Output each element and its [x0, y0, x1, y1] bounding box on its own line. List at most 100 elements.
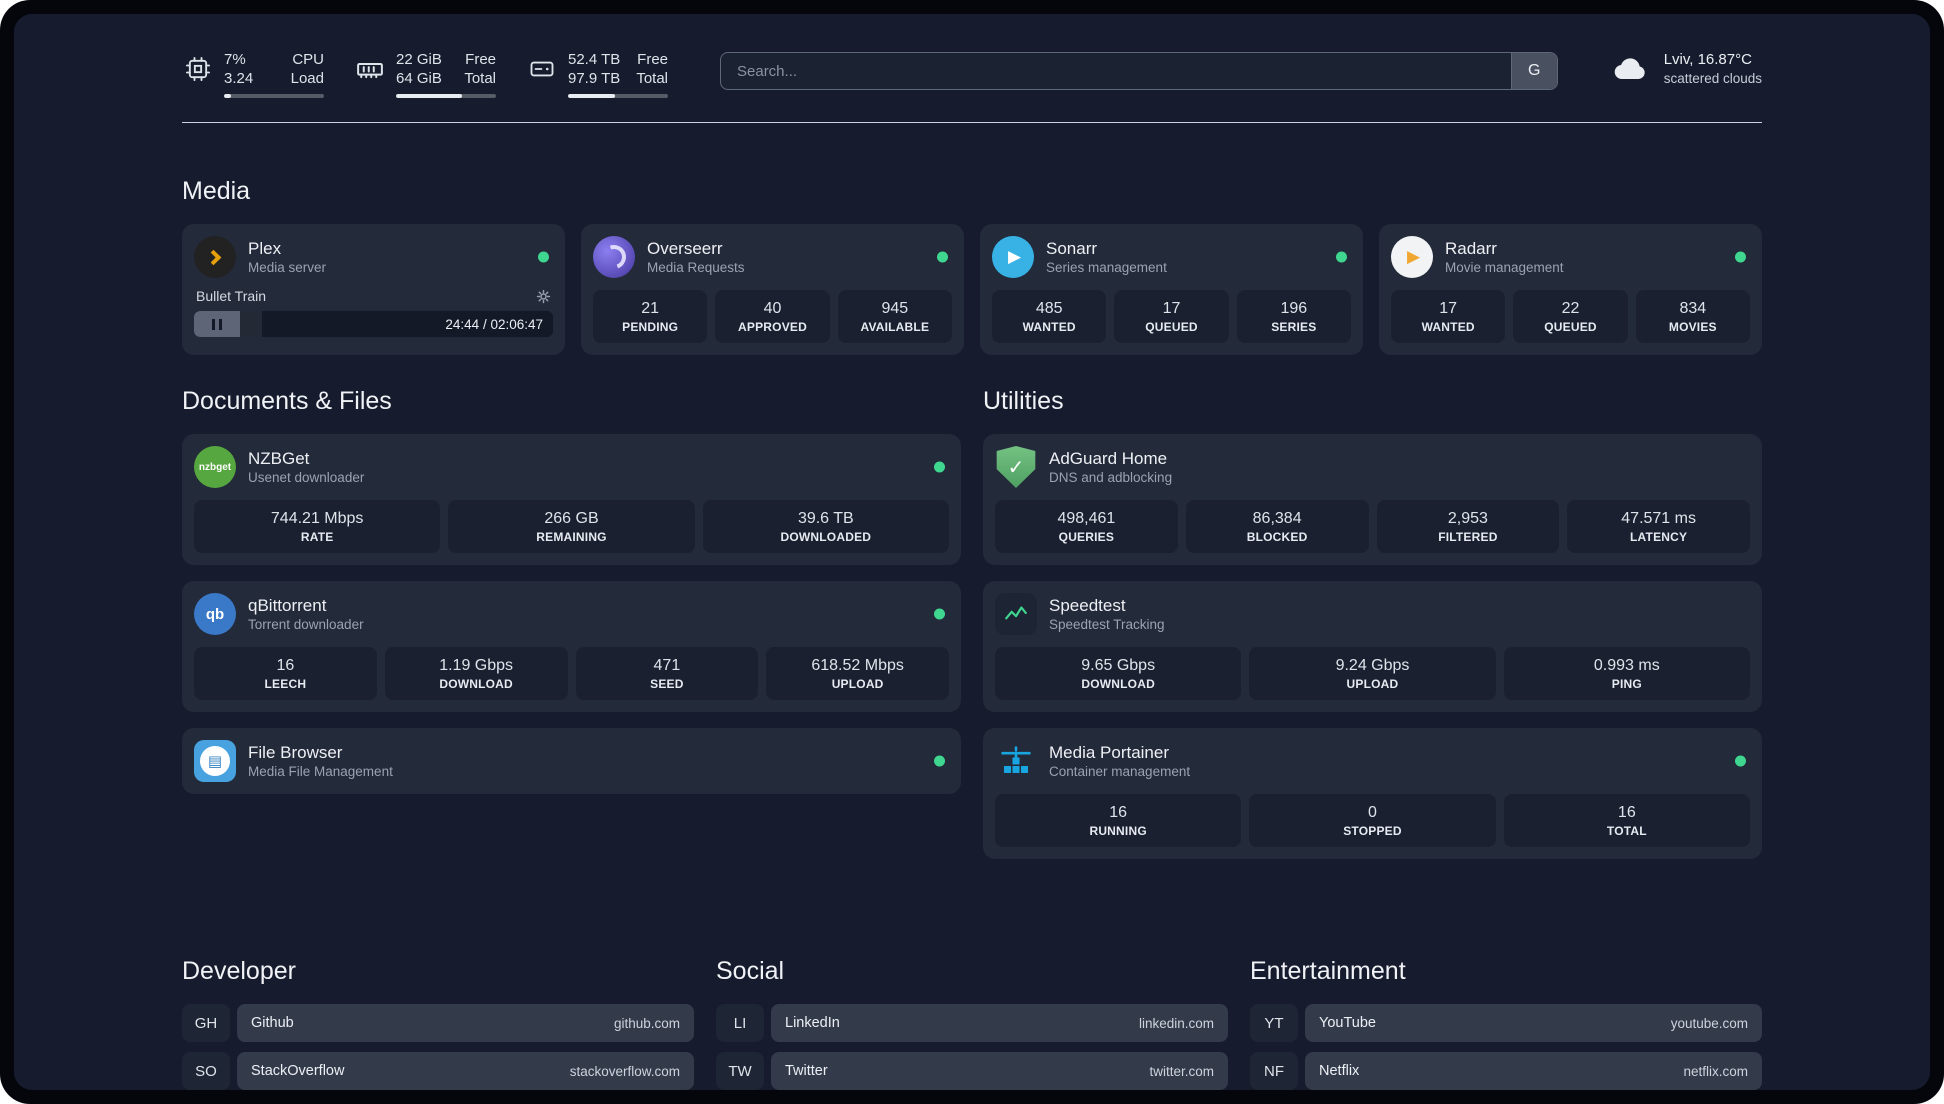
bookmark-stackoverflow[interactable]: SO StackOverflow stackoverflow.com	[182, 1052, 694, 1090]
service-card-qbittorrent[interactable]: qb qBittorrent Torrent downloader 16 LEEC…	[182, 581, 961, 712]
stat-box: 40 APPROVED	[715, 290, 830, 343]
pause-icon	[219, 318, 222, 330]
service-card-plex[interactable]: Plex Media server Bullet Train 24:44 / 0…	[182, 224, 565, 355]
bookmarks-row: Developer GH Github github.com SO StackOv…	[182, 957, 1762, 1090]
cpu-metric: 7% CPU 3.24 Load	[182, 50, 324, 98]
service-title: Speedtest	[1049, 596, 1126, 615]
stat-label: QUEUED	[1145, 320, 1198, 334]
bookmark-abbr: SO	[182, 1052, 230, 1090]
stat-label: DOWNLOAD	[439, 677, 513, 691]
service-subtitle: Speedtest Tracking	[1049, 617, 1165, 632]
bookmark-name: LinkedIn	[785, 1015, 840, 1031]
service-card-radarr[interactable]: ▶ Radarr Movie management 17 WANTED 22 QUE…	[1379, 224, 1762, 355]
service-card-speedtest[interactable]: Speedtest Speedtest Tracking 9.65 Gbps DO…	[983, 581, 1762, 712]
stat-box: 945 AVAILABLE	[837, 290, 952, 343]
stat-box: 0 STOPPED	[1249, 794, 1496, 847]
bookmark-linkedin[interactable]: LI LinkedIn linkedin.com	[716, 1004, 1228, 1042]
pause-icon	[212, 318, 215, 330]
adguard-shield-icon: ✓	[996, 446, 1036, 488]
nzbget-logo-text: nzbget	[198, 461, 232, 473]
disk-metric: 52.4 TB Free 97.9 TB Total	[526, 50, 668, 98]
bookmark-abbr: TW	[716, 1052, 764, 1090]
disk-progress-fill	[568, 94, 615, 98]
status-dot	[1735, 251, 1746, 263]
play-glyph: ▶	[1007, 247, 1022, 266]
service-card-portainer[interactable]: Media Portainer Container management 16 R…	[983, 728, 1762, 859]
bookmark-youtube[interactable]: YT YouTube youtube.com	[1250, 1004, 1762, 1042]
stat-label: DOWNLOAD	[1081, 677, 1155, 691]
service-stats: 16 RUNNING 0 STOPPED 16 TOTAL	[995, 794, 1750, 847]
service-title: Sonarr	[1046, 239, 1098, 258]
service-text: AdGuard Home DNS and adblocking	[1049, 448, 1172, 486]
cpu-progress-fill	[224, 94, 231, 98]
bookmark-domain: linkedin.com	[1138, 1015, 1214, 1031]
stat-value: 0	[1368, 804, 1377, 821]
header-divider	[182, 122, 1762, 123]
bookmark-twitter[interactable]: TW Twitter twitter.com	[716, 1052, 1228, 1090]
nzbget-icon: nzbget	[194, 446, 236, 488]
service-title: File Browser	[248, 743, 343, 762]
bookmark-name: StackOverflow	[251, 1063, 345, 1079]
service-card-nzbget[interactable]: nzbget NZBGet Usenet downloader 744.21 M…	[182, 434, 961, 565]
service-header: Overseerr Media Requests	[593, 236, 952, 278]
bookmark-domain: github.com	[613, 1015, 680, 1031]
cpu-icon	[182, 53, 214, 85]
stat-value: 834	[1679, 300, 1707, 317]
service-text: NZBGet Usenet downloader	[248, 448, 364, 486]
stat-value: 22	[1561, 300, 1580, 317]
section-title-media: Media	[182, 177, 251, 205]
disk-free-value: 52.4 TB	[568, 51, 621, 68]
bookmark-netflix[interactable]: NF Netflix netflix.com	[1250, 1052, 1762, 1090]
bookmark-name: Netflix	[1319, 1063, 1360, 1079]
stat-value: 618.52 Mbps	[811, 657, 904, 674]
memory-progress-bar	[396, 94, 496, 98]
search-input[interactable]	[721, 53, 1511, 89]
service-card-overseerr[interactable]: Overseerr Media Requests 21 PENDING 40 APP…	[581, 224, 964, 355]
middle-columns: Documents & Files nzbget NZBGet Usenet d…	[182, 387, 1762, 875]
status-dot	[934, 461, 945, 473]
stat-label: MOVIES	[1668, 320, 1717, 334]
playback-progress-bar[interactable]: 24:44 / 02:06:47	[194, 311, 553, 337]
service-header: ✓ AdGuard Home DNS and adblocking	[995, 446, 1750, 488]
stat-box: 9.65 Gbps DOWNLOAD	[995, 647, 1242, 700]
disk-free-label: Free	[637, 51, 668, 68]
service-header: Media Portainer Container management	[995, 740, 1750, 782]
disk-progress-bar	[568, 94, 668, 98]
stat-value: 17	[1162, 300, 1181, 317]
memory-progress-fill	[396, 94, 462, 98]
stat-value: 39.6 TB	[797, 510, 854, 527]
bookmark-domain: twitter.com	[1149, 1063, 1214, 1079]
settings-gear-icon[interactable]	[536, 289, 551, 304]
service-card-adguard[interactable]: ✓ AdGuard Home DNS and adblocking 498,46…	[983, 434, 1762, 565]
plex-icon	[194, 236, 236, 278]
weather-widget[interactable]: Lviv, 16.87°C scattered clouds	[1610, 50, 1762, 88]
memory-free-label: Free	[465, 51, 496, 68]
bookmark-github[interactable]: GH Github github.com	[182, 1004, 694, 1042]
stat-box: 618.52 Mbps UPLOAD	[766, 647, 949, 700]
cloud-icon	[1610, 51, 1652, 88]
status-dot	[1735, 755, 1746, 767]
service-subtitle: Movie management	[1445, 260, 1564, 275]
disk-total-label: Total	[636, 70, 668, 87]
bookmark-group-developer: Developer GH Github github.com SO StackOv…	[182, 957, 694, 1090]
system-metrics: 7% CPU 3.24 Load 22 GiB Free 64 GiB Total	[182, 50, 668, 98]
stat-box: 86,384 BLOCKED	[1185, 500, 1369, 553]
bookmark-domain: youtube.com	[1670, 1015, 1748, 1031]
service-text: Sonarr Series management	[1046, 238, 1167, 276]
service-stats: 9.65 Gbps DOWNLOAD 9.24 Gbps UPLOAD 0.993 …	[995, 647, 1750, 700]
search-provider-button[interactable]: G	[1510, 53, 1557, 89]
stat-label: LATENCY	[1630, 530, 1688, 544]
weather-condition: scattered clouds	[1663, 71, 1762, 86]
window-frame: 7% CPU 3.24 Load 22 GiB Free 64 GiB Total	[0, 0, 1944, 1104]
memory-total-value: 64 GiB	[396, 70, 442, 87]
stat-value: 9.24 Gbps	[1335, 657, 1410, 674]
service-card-filebrowser[interactable]: ▤ File Browser Media File Management	[182, 728, 961, 794]
stat-label: FILTERED	[1438, 530, 1498, 544]
service-card-sonarr[interactable]: ▶ Sonarr Series management 485 WANTED 17 Q…	[980, 224, 1363, 355]
section-media: Media Plex Media server Bullet Train 24:…	[182, 177, 1762, 355]
stat-value: 498,461	[1057, 510, 1116, 527]
dashboard-page: 7% CPU 3.24 Load 22 GiB Free 64 GiB Total	[14, 14, 1930, 1090]
section-documents: Documents & Files nzbget NZBGet Usenet d…	[182, 387, 961, 810]
service-subtitle: DNS and adblocking	[1049, 470, 1173, 485]
pause-button[interactable]	[194, 311, 240, 337]
